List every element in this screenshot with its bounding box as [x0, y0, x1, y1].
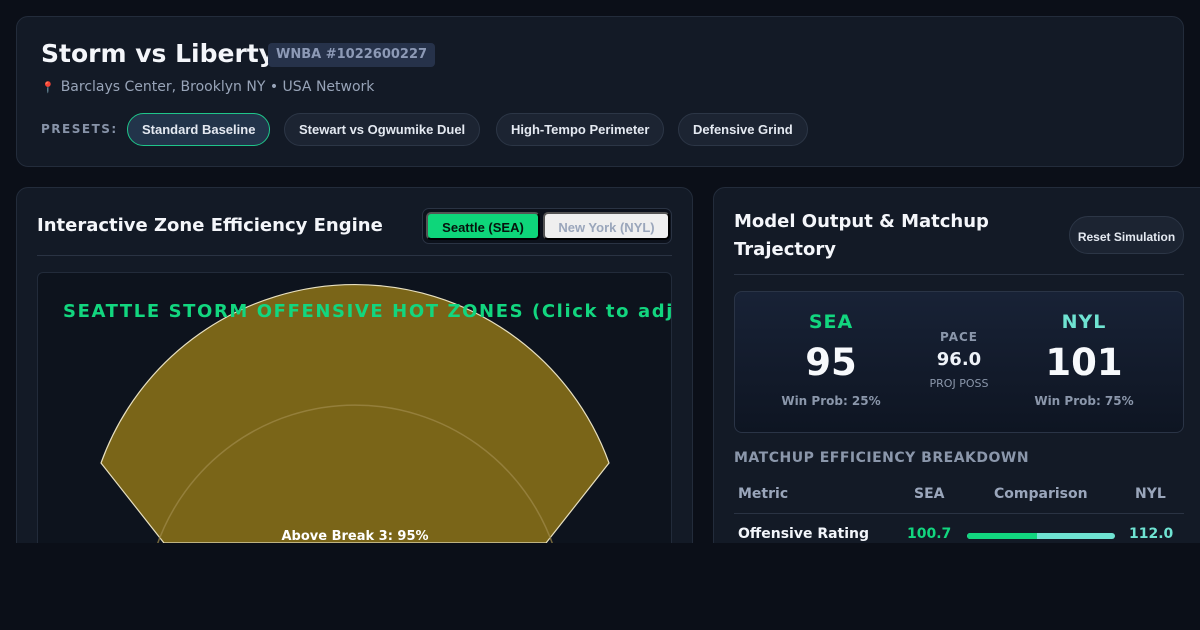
toggle-seattle-button[interactable]: Seattle (SEA) — [426, 212, 540, 240]
zone-label: Above Break 3: 95% — [281, 529, 428, 544]
row-nyl-value: 112.0 — [1129, 526, 1174, 542]
output-panel-title: Model Output & Matchup Trajectory — [734, 211, 989, 260]
row-metric-name: Offensive Rating — [738, 526, 870, 542]
sea-score: 95 — [805, 341, 857, 384]
venue-info: 📍 Barclays Center, Brooklyn NY • USA Netw… — [41, 79, 374, 95]
team-toggle: Seattle (SEA) New York (NYL) — [422, 208, 672, 244]
column-header-metric: Metric — [738, 486, 789, 502]
preset-defensive-grind-button[interactable]: Defensive Grind — [678, 113, 808, 146]
court-heading: SEATTLE STORM OFFENSIVE HOT ZONES (Click… — [63, 301, 672, 322]
nyl-win-prob: Win Prob: 75% — [1034, 394, 1134, 408]
divider — [734, 274, 1184, 275]
page-title: Storm vs Liberty — [41, 39, 276, 68]
zone-efficiency-panel: Interactive Zone Efficiency Engine Seatt… — [16, 187, 693, 567]
breakdown-title: MATCHUP EFFICIENCY BREAKDOWN — [734, 450, 1030, 466]
comparison-bar-sea-share — [967, 533, 1037, 539]
row-sea-value: 100.7 — [907, 526, 952, 542]
nyl-projection: NYL 101 Win Prob: 75% — [994, 292, 1174, 408]
preset-standard-baseline-button[interactable]: Standard Baseline — [127, 113, 271, 146]
column-header-nyl: NYL — [1135, 486, 1166, 502]
toggle-new-york-button[interactable]: New York (NYL) — [543, 212, 670, 240]
presets-label: PRESETS: — [41, 122, 118, 136]
court-svg: SEATTLE STORM OFFENSIVE HOT ZONES (Click… — [63, 284, 672, 549]
preset-stewart-ogwumike-button[interactable]: Stewart vs Ogwumike Duel — [284, 113, 481, 146]
matchup-header: Storm vs Liberty WNBA #1022600227 📍 Barcl… — [16, 16, 1184, 167]
viewport-bottom — [0, 543, 1200, 630]
sea-win-prob: Win Prob: 25% — [781, 394, 881, 408]
divider — [37, 255, 672, 256]
nyl-abbr: NYL — [1061, 311, 1107, 333]
preset-high-tempo-button[interactable]: High-Tempo Perimeter — [496, 113, 665, 146]
model-output-panel: Model Output & Matchup Trajectory Reset … — [713, 187, 1200, 567]
reset-simulation-button[interactable]: Reset Simulation — [1069, 216, 1184, 254]
map-pin-icon: 📍 — [41, 81, 55, 94]
zone-panel-title: Interactive Zone Efficiency Engine — [37, 215, 383, 236]
comparison-bar — [967, 533, 1115, 539]
score-projection: SEA 95 Win Prob: 25% PACE 96.0 PROJ POSS… — [734, 291, 1184, 433]
table-divider — [734, 513, 1184, 514]
game-id-badge: WNBA #1022600227 — [268, 43, 436, 67]
column-header-sea: SEA — [914, 486, 945, 502]
shot-zone-court: SEATTLE STORM OFFENSIVE HOT ZONES (Click… — [37, 272, 672, 566]
nyl-score: 101 — [1045, 341, 1123, 384]
sea-abbr: SEA — [808, 311, 854, 333]
column-header-comparison: Comparison — [994, 486, 1088, 502]
sea-projection: SEA 95 Win Prob: 25% — [741, 292, 921, 408]
venue-text: Barclays Center, Brooklyn NY • USA Netwo… — [60, 79, 375, 95]
